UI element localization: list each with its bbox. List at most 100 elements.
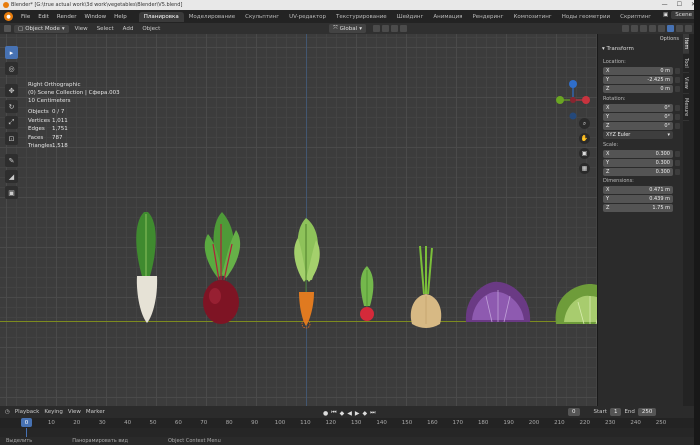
visibility-icon[interactable] xyxy=(622,25,629,32)
xray-icon[interactable] xyxy=(649,25,656,32)
workspace-tab-modeling[interactable]: Моделирование xyxy=(184,12,240,22)
select-box-icon[interactable]: ▸ xyxy=(5,46,18,59)
workspace-tab-compositing[interactable]: Композитинг xyxy=(509,12,557,22)
annotate-icon[interactable]: ✎ xyxy=(5,154,18,167)
lock-icon[interactable] xyxy=(675,169,680,175)
lock-icon[interactable] xyxy=(675,105,680,111)
mode-dropdown[interactable]: ▢ Object Mode ▾ xyxy=(14,24,69,33)
menu-window[interactable]: Window xyxy=(80,14,110,20)
pan-hand-icon[interactable]: ✋ xyxy=(579,133,590,144)
header-menu-add[interactable]: Add xyxy=(120,26,137,32)
header-menu-select[interactable]: Select xyxy=(94,26,117,32)
workspace-tab-layout[interactable]: Планировка xyxy=(138,11,184,22)
move-icon[interactable]: ✥ xyxy=(5,84,18,97)
editor-type-icon[interactable] xyxy=(4,25,11,32)
lock-icon[interactable] xyxy=(675,68,680,74)
scale-x-field[interactable]: X 0.300 xyxy=(603,150,673,158)
timeline-menu-marker[interactable]: Marker xyxy=(86,409,105,415)
header-menu-view[interactable]: View xyxy=(72,26,91,32)
play-reverse-icon[interactable]: ◀ xyxy=(346,410,353,417)
transform-icon[interactable]: ⊡ xyxy=(5,132,18,145)
jump-end-icon[interactable]: ⏭ xyxy=(369,409,376,417)
rotation-y-field[interactable]: Y 0° xyxy=(603,113,673,121)
workspace-tab-uv[interactable]: UV-редактор xyxy=(284,12,331,22)
overlay-toggle-icon[interactable] xyxy=(640,25,647,32)
current-frame-field[interactable]: 0 xyxy=(568,408,580,416)
red-cabbage-object[interactable] xyxy=(465,281,531,323)
carrot-object[interactable] xyxy=(294,218,320,329)
tab-view[interactable]: View xyxy=(683,73,689,94)
lock-icon[interactable] xyxy=(675,114,680,120)
dimensions-z-field[interactable]: Z 1.75 m xyxy=(603,204,673,212)
tab-mesure[interactable]: Mesure xyxy=(683,94,689,122)
minimize-icon[interactable]: — xyxy=(662,1,668,8)
measure-icon[interactable]: ◢ xyxy=(5,170,18,183)
workspace-tab-geometry-nodes[interactable]: Ноды геометрии xyxy=(557,12,615,22)
scene-selector[interactable]: ▣ Scene xyxy=(663,11,696,19)
workspace-tab-rendering[interactable]: Рендеринг xyxy=(467,12,508,22)
rotate-icon[interactable]: ↻ xyxy=(5,100,18,113)
jump-start-icon[interactable]: ⏮ xyxy=(330,409,337,417)
add-cube-icon[interactable]: ▣ xyxy=(5,186,18,199)
menu-render[interactable]: Render xyxy=(53,14,81,20)
timeline-menu-playback[interactable]: Playback xyxy=(15,409,40,415)
menu-edit[interactable]: Edit xyxy=(34,14,53,20)
rendered-shading-icon[interactable] xyxy=(685,25,692,32)
orientation-dropdown[interactable]: ⤧ Global ▾ xyxy=(329,24,366,33)
options-dropdown[interactable]: Options xyxy=(660,36,679,42)
maximize-icon[interactable]: ☐ xyxy=(677,1,682,8)
pivot-icon[interactable] xyxy=(372,25,380,32)
end-frame-field[interactable]: 250 xyxy=(637,408,657,416)
gizmo-toggle-icon[interactable] xyxy=(631,25,638,32)
location-z-field[interactable]: Z 0 m xyxy=(603,85,673,93)
cabbage-object[interactable] xyxy=(555,284,597,325)
solid-shading-icon[interactable] xyxy=(667,25,674,32)
play-icon[interactable]: ▶ xyxy=(354,410,361,417)
3d-viewport[interactable]: Right Orthographic (0) Scene Collection … xyxy=(0,34,597,406)
beetroot-object[interactable] xyxy=(203,212,241,324)
rotation-z-field[interactable]: Z 0° xyxy=(603,122,673,130)
current-frame-indicator[interactable]: 0 xyxy=(21,418,32,427)
rotation-mode-dropdown[interactable]: XYZ Euler ▾ xyxy=(603,131,673,139)
snap-icon[interactable] xyxy=(381,25,389,32)
next-keyframe-icon[interactable]: ◆ xyxy=(362,410,369,417)
lock-icon[interactable] xyxy=(675,123,680,129)
timeline-editor-icon[interactable]: ◷ xyxy=(5,409,10,415)
scale-icon[interactable]: ⤢ xyxy=(5,116,18,129)
workspace-tab-shading[interactable]: Шейдинг xyxy=(392,12,429,22)
material-shading-icon[interactable] xyxy=(676,25,683,32)
menu-help[interactable]: Help xyxy=(110,14,131,20)
workspace-tab-texture[interactable]: Текстурирование xyxy=(331,12,392,22)
daikon-object[interactable] xyxy=(136,212,158,323)
start-frame-field[interactable]: 1 xyxy=(609,408,622,416)
timeline-area[interactable] xyxy=(0,428,694,437)
proportional-edit-icon[interactable] xyxy=(399,25,407,32)
scene-name[interactable]: Scene xyxy=(671,11,696,19)
workspace-tab-scripting[interactable]: Скриптинг xyxy=(615,12,656,22)
location-x-field[interactable]: X 0 m xyxy=(603,67,673,75)
tab-item[interactable]: Item xyxy=(683,34,689,55)
blender-menu-icon[interactable]: ● xyxy=(4,12,13,21)
menu-file[interactable]: File xyxy=(17,14,34,20)
lock-icon[interactable] xyxy=(675,86,680,92)
navigation-gizmo[interactable] xyxy=(552,78,594,122)
transform-section-header[interactable]: ▾ Transform xyxy=(602,46,634,52)
ortho-toggle-icon[interactable]: ▦ xyxy=(579,163,590,174)
workspace-tab-animation[interactable]: Анимация xyxy=(428,12,467,22)
lock-icon[interactable] xyxy=(675,77,680,83)
workspace-tab-sculpting[interactable]: Скульптинг xyxy=(240,12,284,22)
scale-z-field[interactable]: Z 0.300 xyxy=(603,168,673,176)
header-menu-object[interactable]: Object xyxy=(139,26,163,32)
lock-icon[interactable] xyxy=(675,151,680,157)
radish-object[interactable] xyxy=(360,266,374,321)
onion-object[interactable] xyxy=(410,245,442,328)
timeline-menu-keying[interactable]: Keying xyxy=(44,409,62,415)
dimensions-x-field[interactable]: X 0.471 m xyxy=(603,186,673,194)
dimensions-y-field[interactable]: Y 0.439 m xyxy=(603,195,673,203)
wireframe-shading-icon[interactable] xyxy=(658,25,665,32)
tab-tool[interactable]: Tool xyxy=(683,54,689,74)
prev-keyframe-icon[interactable]: ◆ xyxy=(339,410,346,417)
rotation-x-field[interactable]: X 0° xyxy=(603,104,673,112)
timeline-ruler[interactable]: 10 20 30 40 50 60 70 80 90 100 110 120 130 140 150 160 1… xyxy=(0,418,694,428)
scale-y-field[interactable]: Y 0.300 xyxy=(603,159,673,167)
